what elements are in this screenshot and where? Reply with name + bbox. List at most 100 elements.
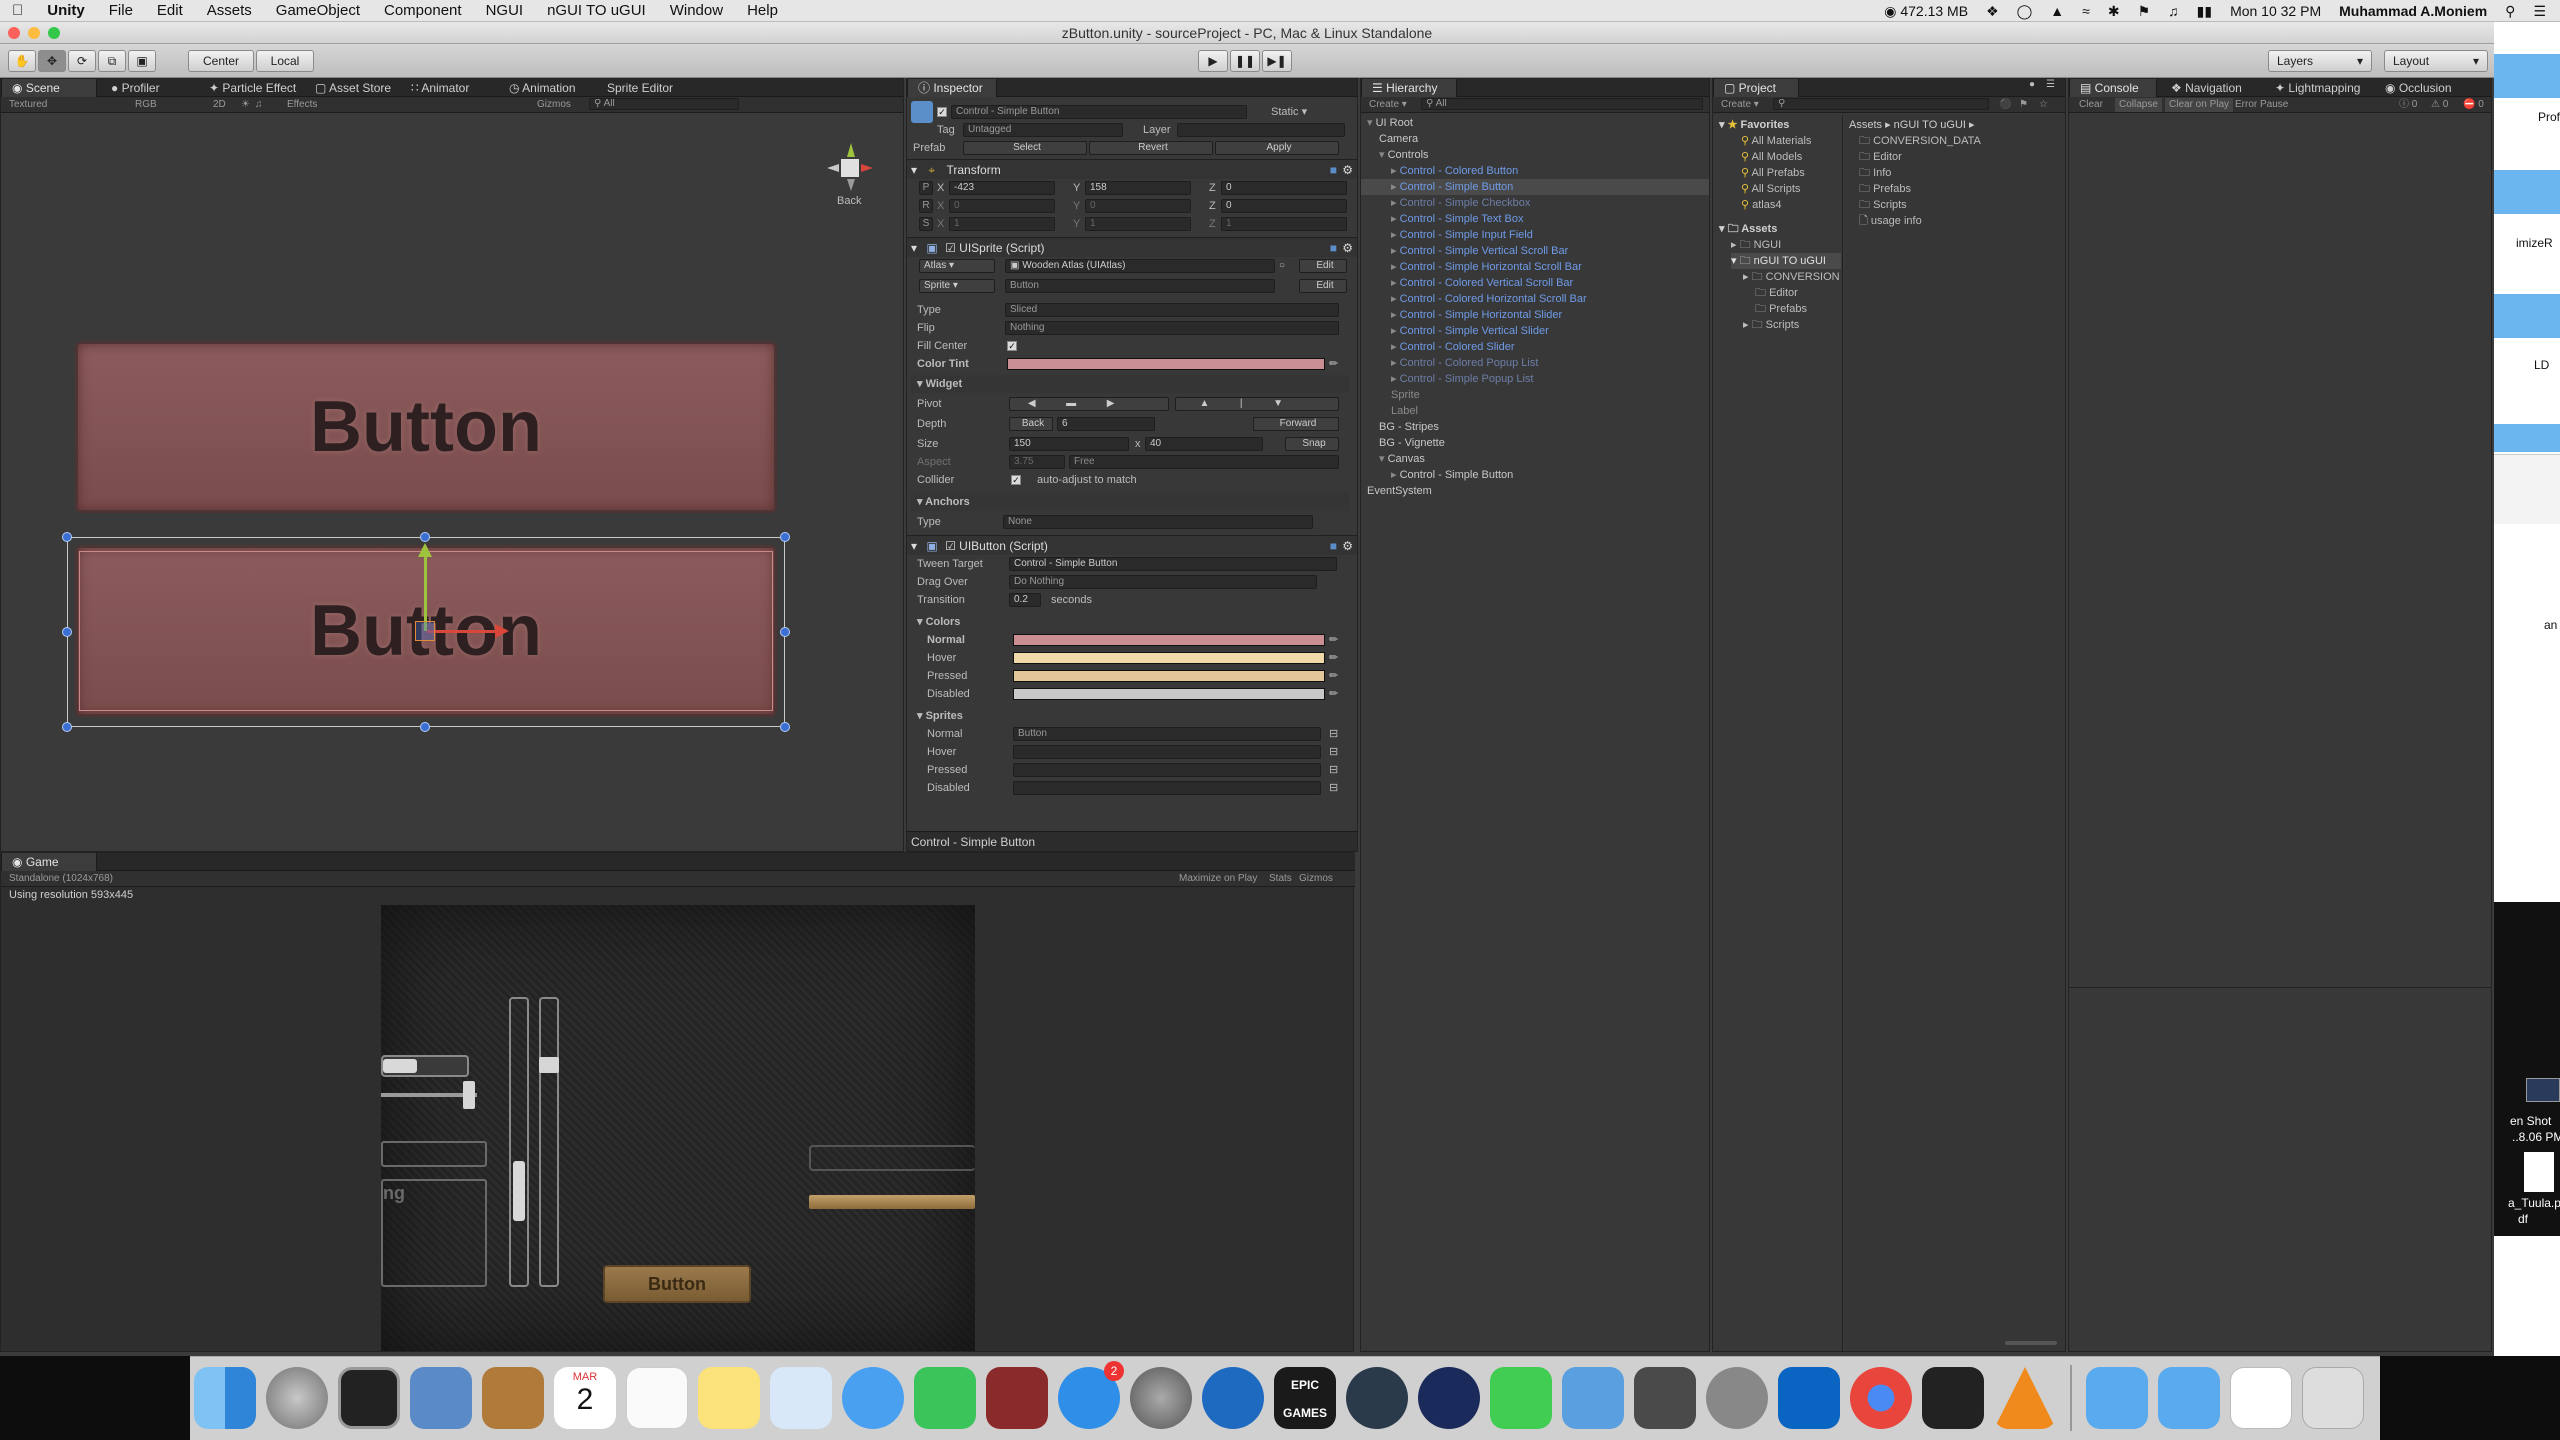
minus-icon[interactable]: ⊟ — [1329, 761, 1338, 779]
drag-over-dropdown[interactable]: Do Nothing — [1009, 575, 1317, 589]
sprite-type-dropdown[interactable]: Sliced — [1005, 303, 1339, 317]
move-tool-icon[interactable]: ✥ — [38, 50, 66, 72]
audio-toggle-icon[interactable]: ♫ — [255, 98, 263, 112]
snap-button[interactable]: Snap — [1285, 437, 1339, 451]
prefab-apply-button[interactable]: Apply — [1215, 141, 1339, 155]
step-button[interactable]: ▶❚ — [1262, 50, 1292, 72]
rect-handle-right[interactable] — [780, 627, 790, 637]
apple-icon[interactable]:  — [0, 2, 35, 19]
messages-icon[interactable] — [842, 1367, 904, 1429]
layout-dropdown[interactable]: Layout ▾ — [2384, 50, 2488, 72]
scale-y-field[interactable]: 1 — [1085, 217, 1191, 231]
aspect-mode-dropdown[interactable]: Free — [1069, 455, 1339, 469]
scale-x-field[interactable]: 1 — [949, 217, 1055, 231]
sprite-edit-button[interactable]: Edit — [1299, 279, 1347, 293]
zoom-window-icon[interactable] — [48, 27, 60, 39]
hierarchy-item[interactable]: ▸ Control - Simple Text Box — [1361, 211, 1709, 227]
vlc-icon[interactable] — [1994, 1367, 2056, 1429]
hierarchy-item[interactable]: ▾ UI Root — [1361, 115, 1709, 131]
desktop-file-icon[interactable] — [2494, 54, 2560, 98]
game-scroll-thumb[interactable] — [383, 1059, 417, 1073]
tag-dropdown[interactable]: Untagged — [963, 123, 1123, 137]
menu-file[interactable]: File — [97, 2, 145, 19]
rotation-z-field[interactable]: 0 — [1221, 199, 1347, 213]
foldout-arrow-icon[interactable]: ▸ — [1391, 469, 1400, 481]
tab-inspector[interactable]: ⓘ Inspector — [907, 79, 997, 97]
depth-forward-button[interactable]: Forward — [1253, 417, 1339, 431]
console-splitter[interactable] — [2069, 987, 2491, 988]
object-name-field[interactable]: Control - Simple Button — [951, 105, 1247, 119]
tree-ngui[interactable]: ▸ 🗀 NGUI — [1731, 237, 1781, 253]
prefab-select-button[interactable]: Select — [963, 141, 1087, 155]
hierarchy-item[interactable]: BG - Vignette — [1361, 435, 1709, 451]
chrome-icon[interactable] — [1850, 1367, 1912, 1429]
system-preferences-icon[interactable] — [1130, 1367, 1192, 1429]
tab-project[interactable]: ▢ Project — [1713, 79, 1799, 97]
position-x-field[interactable]: -423 — [949, 181, 1055, 195]
help-icon[interactable]: ■ — [1330, 238, 1337, 258]
console-error-count[interactable]: ⛔ 0 — [2463, 98, 2484, 112]
console-info-count[interactable]: ⓘ 0 — [2399, 98, 2417, 112]
hierarchy-item[interactable]: ▾ Controls — [1361, 147, 1709, 163]
color-disabled-swatch[interactable] — [1013, 688, 1325, 700]
mode-2d-toggle[interactable]: 2D — [213, 98, 226, 112]
documents-folder-icon[interactable] — [2158, 1367, 2220, 1429]
game-v-scroll-thumb[interactable] — [513, 1161, 525, 1221]
tween-target-field[interactable]: Control - Simple Button — [1009, 557, 1337, 571]
battery-icon[interactable]: ▮▮ — [2197, 3, 2212, 20]
tree-editor[interactable]: 🗀 Editor — [1755, 285, 1798, 301]
console-clear-button[interactable]: Clear — [2079, 98, 2103, 112]
file-info[interactable]: 🗀 Info — [1859, 165, 1891, 181]
tab-lightmapping[interactable]: ✦ Lightmapping — [2265, 79, 2370, 97]
hierarchy-item[interactable]: Label — [1361, 403, 1709, 419]
outlook-icon[interactable] — [1778, 1367, 1840, 1429]
eyedropper-icon[interactable]: ✏ — [1329, 667, 1338, 685]
foldout-arrow-icon[interactable]: ▸ — [1391, 357, 1400, 369]
rotation-reset-button[interactable]: R — [919, 199, 933, 213]
hand-tool-icon[interactable]: ✋ — [8, 50, 36, 72]
foldout-arrow-icon[interactable]: ▸ — [1391, 181, 1400, 193]
desktop-label-imizer[interactable]: imizeR — [2516, 236, 2553, 250]
game-h-scrollbar[interactable] — [381, 1055, 469, 1077]
atlas-field[interactable]: ▣ Wooden Atlas (UIAtlas) — [1005, 259, 1275, 273]
sprites-section-header[interactable]: ▾ Sprites — [913, 707, 1349, 725]
position-reset-button[interactable]: P — [919, 181, 933, 195]
foldout-arrow-icon[interactable]: ▸ — [1391, 229, 1400, 241]
assets-header[interactable]: ▾ 🗀 Assets — [1719, 221, 1777, 237]
game-popup-list[interactable] — [809, 1145, 975, 1171]
pivot-vertical-group[interactable]: ▲ | ▼ — [1175, 397, 1339, 411]
rect-handle-bl[interactable] — [62, 722, 72, 732]
user-name[interactable]: Muhammad A.Moniem — [2339, 3, 2487, 19]
foldout-arrow-icon[interactable]: ▾ — [1379, 453, 1388, 465]
fill-center-checkbox[interactable]: ✓ — [1007, 341, 1017, 351]
bluetooth-icon[interactable]: ✱ — [2108, 3, 2120, 20]
desktop-label-an[interactable]: an — [2544, 618, 2557, 632]
menu-help[interactable]: Help — [735, 2, 790, 19]
launchpad-icon[interactable] — [266, 1367, 328, 1429]
hierarchy-item[interactable]: ▸ Control - Colored Vertical Scroll Bar — [1361, 275, 1709, 291]
hierarchy-item[interactable]: ▸ Control - Simple Button — [1361, 467, 1709, 483]
hierarchy-item[interactable]: ▸ Control - Simple Horizontal Scroll Bar — [1361, 259, 1709, 275]
menu-ngui-to-ugui[interactable]: nGUI TO uGUI — [535, 2, 658, 19]
rect-handle-tl[interactable] — [62, 532, 72, 542]
position-y-field[interactable]: 158 — [1085, 181, 1191, 195]
help-icon[interactable]: ■ — [1330, 160, 1337, 180]
depth-field[interactable]: 6 — [1057, 417, 1155, 431]
favorite-star-icon[interactable]: ☆ — [2039, 98, 2048, 112]
tab-particle-effect[interactable]: ✦ Particle Effect — [199, 79, 306, 97]
font-app-icon[interactable] — [1418, 1367, 1480, 1429]
foldout-arrow-icon[interactable]: ▸ — [1391, 197, 1400, 209]
scene-colored-button[interactable]: Button — [75, 341, 777, 513]
color-pressed-swatch[interactable] — [1013, 670, 1325, 682]
panel-menu-icon[interactable]: ☰ — [2046, 79, 2055, 90]
colors-section-header[interactable]: ▾ Colors — [913, 613, 1349, 631]
file-prefabs[interactable]: 🗀 Prefabs — [1859, 181, 1911, 197]
menu-ngui[interactable]: NGUI — [474, 2, 536, 19]
hierarchy-item[interactable]: EventSystem — [1361, 483, 1709, 499]
anchors-section-header[interactable]: ▾ Anchors — [911, 493, 1349, 511]
tree-scripts[interactable]: ▸ 🗀 Scripts — [1743, 317, 1799, 333]
foldout-arrow-icon[interactable]: ▾ — [1367, 117, 1376, 129]
tree-prefabs[interactable]: 🗀 Prefabs — [1755, 301, 1807, 317]
tab-console[interactable]: ▤ Console — [2069, 79, 2157, 97]
sprite-pressed-dropdown[interactable] — [1013, 763, 1321, 777]
